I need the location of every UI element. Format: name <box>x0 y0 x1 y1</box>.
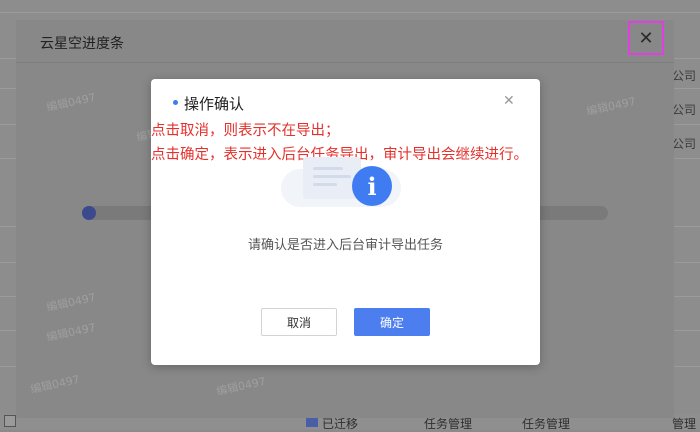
info-icon: i <box>352 166 392 206</box>
watermark: 编辑0497 <box>45 320 97 345</box>
watermark: 编辑0497 <box>45 90 97 115</box>
watermark: 编辑0497 <box>29 372 81 397</box>
confirm-button[interactable]: 确定 <box>354 308 430 336</box>
bg-checkbox[interactable] <box>4 415 16 427</box>
bg-company-text: 公司 <box>671 103 696 117</box>
confirm-message: 请确认是否进入后台审计导出任务 <box>247 238 443 253</box>
bg-bottom-label[interactable]: 管理 <box>672 415 696 432</box>
annotation-line-1: 点击取消，则表示不在导出； <box>151 123 340 139</box>
watermark: 编辑0497 <box>215 374 267 399</box>
confirm-modal-title: 操作确认 <box>184 95 245 113</box>
cancel-button[interactable]: 取消 <box>261 308 337 336</box>
confirm-modal-close-icon[interactable]: ✕ <box>503 93 515 109</box>
close-icon: ✕ <box>638 27 654 49</box>
confirm-button-label: 确定 <box>379 315 404 330</box>
bg-company-text: 公司 <box>671 137 696 151</box>
cancel-button-label: 取消 <box>286 315 311 330</box>
progress-dialog-close-button[interactable]: ✕ <box>628 21 664 55</box>
watermark: 编辑0497 <box>585 94 637 119</box>
bg-divider <box>0 12 700 13</box>
title-dot-icon <box>173 100 178 105</box>
info-icon-glyph: i <box>367 171 377 201</box>
progress-dialog-header: 云星空进度条 ✕ <box>16 20 674 63</box>
confirm-modal: 操作确认 ✕ 点击取消，则表示不在导出； 点击确定，表示进入后台任务导出，审计导… <box>151 79 540 365</box>
progress-indicator <box>82 206 96 220</box>
watermark: 编辑0497 <box>45 290 97 315</box>
progress-dialog-title: 云星空进度条 <box>40 36 124 52</box>
bg-company-text: 公司 <box>671 69 696 83</box>
